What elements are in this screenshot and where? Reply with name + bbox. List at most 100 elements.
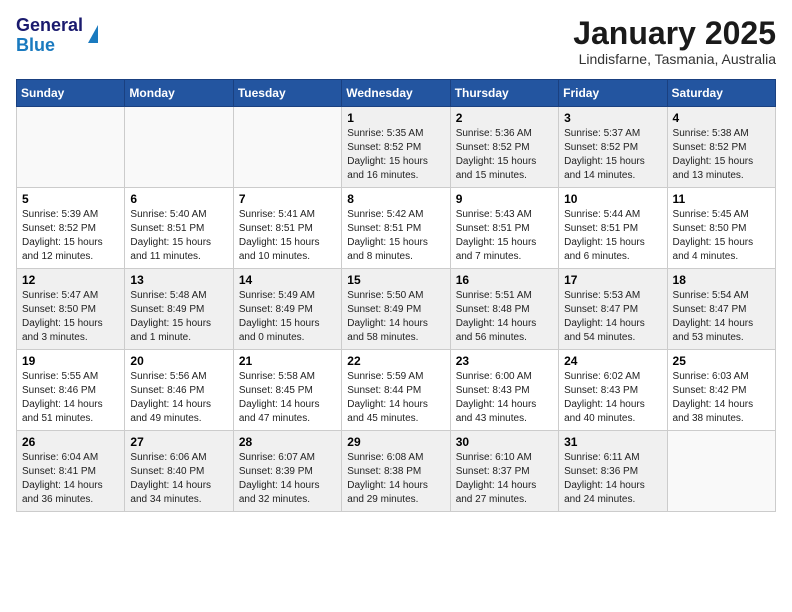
calendar-day-cell: 29Sunrise: 6:08 AMSunset: 8:38 PMDayligh… <box>342 431 450 512</box>
sunset-text: Sunset: 8:51 PM <box>456 223 530 234</box>
day-number: 11 <box>673 192 770 206</box>
sunset-text: Sunset: 8:44 PM <box>347 385 421 396</box>
calendar-header: Sunday Monday Tuesday Wednesday Thursday… <box>17 80 776 107</box>
day-number: 31 <box>564 435 661 449</box>
calendar-day-cell: 10Sunrise: 5:44 AMSunset: 8:51 PMDayligh… <box>559 188 667 269</box>
daylight-text: Daylight: 15 hours and 3 minutes. <box>22 318 103 343</box>
calendar-day-cell: 22 Sunrise: 5:59 AMSunset: 8:44 PMDayligh… <box>342 350 450 431</box>
col-sunday: Sunday <box>17 80 125 107</box>
daylight-text: Daylight: 14 hours and 32 minutes. <box>239 480 320 505</box>
daylight-text: Daylight: 15 hours and 13 minutes. <box>673 156 754 181</box>
daylight-text: Daylight: 15 hours and 16 minutes. <box>347 156 428 181</box>
calendar-week-row: 19Sunrise: 5:55 AMSunset: 8:46 PMDayligh… <box>17 350 776 431</box>
day-number: 28 <box>239 435 336 449</box>
calendar-week-row: 26 Sunrise: 6:04 AMSunset: 8:41 PMDayligh… <box>17 431 776 512</box>
sunset-text: Sunset: 8:49 PM <box>347 304 421 315</box>
day-info: Sunrise: 5:38 AMSunset: 8:52 PMDaylight:… <box>673 127 770 183</box>
sunrise-text: Sunrise: 5:41 AM <box>239 209 315 220</box>
logo-blue: Blue <box>16 35 55 55</box>
daylight-text: Daylight: 15 hours and 7 minutes. <box>456 237 537 262</box>
day-info: Sunrise: 5:59 AMSunset: 8:44 PMDaylight:… <box>347 370 444 426</box>
day-info: Sunrise: 5:36 AMSunset: 8:52 PMDaylight:… <box>456 127 553 183</box>
day-info: Sunrise: 5:37 AMSunset: 8:52 PMDaylight:… <box>564 127 661 183</box>
day-number: 20 <box>130 354 227 368</box>
day-number: 21 <box>239 354 336 368</box>
sunrise-text: Sunrise: 5:40 AM <box>130 209 206 220</box>
day-info: Sunrise: 5:41 AMSunset: 8:51 PMDaylight:… <box>239 208 336 264</box>
day-number: 14 <box>239 273 336 287</box>
calendar-day-cell: 31 Sunrise: 6:11 AMSunset: 8:36 PMDayligh… <box>559 431 667 512</box>
calendar-week-row: 5 Sunrise: 5:39 AM Sunset: 8:52 PM Daylight… <box>17 188 776 269</box>
logo-text-block: General Blue <box>16 16 98 56</box>
calendar-day-cell: 15Sunrise: 5:50 AMSunset: 8:49 PMDayligh… <box>342 269 450 350</box>
day-info: Sunrise: 6:00 AMSunset: 8:43 PMDaylight:… <box>456 370 553 426</box>
sunrise-text: Sunrise: 5:44 AM <box>564 209 640 220</box>
calendar-day-cell: 24Sunrise: 6:02 AMSunset: 8:43 PMDayligh… <box>559 350 667 431</box>
day-info: Sunrise: 5:44 AMSunset: 8:51 PMDaylight:… <box>564 208 661 264</box>
day-info: Sunrise: 5:43 AMSunset: 8:51 PMDaylight:… <box>456 208 553 264</box>
calendar-day-cell <box>17 107 125 188</box>
calendar-day-cell: 3Sunrise: 5:37 AMSunset: 8:52 PMDaylight… <box>559 107 667 188</box>
day-number: 12 <box>22 273 119 287</box>
sunrise-text: Sunrise: 5:37 AM <box>564 128 640 139</box>
sunrise-text: Sunrise: 5:42 AM <box>347 209 423 220</box>
day-number: 26 <box>22 435 119 449</box>
calendar-day-cell: 23Sunrise: 6:00 AMSunset: 8:43 PMDayligh… <box>450 350 558 431</box>
day-number: 27 <box>130 435 227 449</box>
sunset-text: Sunset: 8:46 PM <box>130 385 204 396</box>
col-thursday: Thursday <box>450 80 558 107</box>
daylight-text: Daylight: 14 hours and 49 minutes. <box>130 399 211 424</box>
daylight-text: Daylight: 14 hours and 58 minutes. <box>347 318 428 343</box>
day-number: 8 <box>347 192 444 206</box>
day-info: Sunrise: 6:04 AMSunset: 8:41 PMDaylight:… <box>22 451 119 507</box>
sunrise-text: Sunrise: 5:49 AM <box>239 290 315 301</box>
calendar-day-cell: 28 Sunrise: 6:07 AM Sunset: 8:39 PM Dayligh… <box>233 431 341 512</box>
calendar-day-cell: 30 Sunrise: 6:10 AMSunset: 8:37 PMDayligh… <box>450 431 558 512</box>
daylight-text: Daylight: 14 hours and 34 minutes. <box>130 480 211 505</box>
sunrise-text: Sunrise: 5:36 AM <box>456 128 532 139</box>
calendar-body: 1Sunrise: 5:35 AMSunset: 8:52 PMDaylight… <box>17 107 776 512</box>
daylight-text: Daylight: 15 hours and 12 minutes. <box>22 237 103 262</box>
sunrise-text: Sunrise: 5:55 AM <box>22 371 98 382</box>
sunset-text: Sunset: 8:52 PM <box>22 223 96 234</box>
day-info: Sunrise: 6:11 AMSunset: 8:36 PMDaylight:… <box>564 451 661 507</box>
sunrise-text: Sunrise: 6:08 AM <box>347 452 423 463</box>
day-number: 29 <box>347 435 444 449</box>
sunset-text: Sunset: 8:52 PM <box>456 142 530 153</box>
day-number: 5 <box>22 192 119 206</box>
calendar-day-cell <box>125 107 233 188</box>
calendar-week-row: 12Sunrise: 5:47 AMSunset: 8:50 PMDayligh… <box>17 269 776 350</box>
daylight-text: Daylight: 15 hours and 6 minutes. <box>564 237 645 262</box>
calendar-day-cell: 1Sunrise: 5:35 AMSunset: 8:52 PMDaylight… <box>342 107 450 188</box>
day-info: Sunrise: 6:10 AMSunset: 8:37 PMDaylight:… <box>456 451 553 507</box>
day-info: Sunrise: 6:08 AMSunset: 8:38 PMDaylight:… <box>347 451 444 507</box>
day-info: Sunrise: 5:49 AMSunset: 8:49 PMDaylight:… <box>239 289 336 345</box>
day-number: 19 <box>22 354 119 368</box>
sunrise-text: Sunrise: 5:51 AM <box>456 290 532 301</box>
day-number: 22 <box>347 354 444 368</box>
day-info: Sunrise: 6:03 AMSunset: 8:42 PMDaylight:… <box>673 370 770 426</box>
day-number: 13 <box>130 273 227 287</box>
calendar-table: Sunday Monday Tuesday Wednesday Thursday… <box>16 79 776 512</box>
sunset-text: Sunset: 8:37 PM <box>456 466 530 477</box>
sunset-text: Sunset: 8:50 PM <box>22 304 96 315</box>
day-number: 30 <box>456 435 553 449</box>
sunset-text: Sunset: 8:38 PM <box>347 466 421 477</box>
day-number: 15 <box>347 273 444 287</box>
sunset-text: Sunset: 8:39 PM <box>239 466 313 477</box>
daylight-text: Daylight: 14 hours and 40 minutes. <box>564 399 645 424</box>
sunset-text: Sunset: 8:43 PM <box>564 385 638 396</box>
daylight-text: Daylight: 14 hours and 47 minutes. <box>239 399 320 424</box>
calendar-day-cell: 5 Sunrise: 5:39 AM Sunset: 8:52 PM Daylight… <box>17 188 125 269</box>
calendar-week-row: 1Sunrise: 5:35 AMSunset: 8:52 PMDaylight… <box>17 107 776 188</box>
day-info: Sunrise: 5:55 AMSunset: 8:46 PMDaylight:… <box>22 370 119 426</box>
calendar-day-cell: 17Sunrise: 5:53 AMSunset: 8:47 PMDayligh… <box>559 269 667 350</box>
logo-triangle-icon <box>88 25 98 43</box>
day-info: Sunrise: 5:35 AMSunset: 8:52 PMDaylight:… <box>347 127 444 183</box>
day-info: Sunrise: 5:53 AMSunset: 8:47 PMDaylight:… <box>564 289 661 345</box>
calendar-day-cell: 16Sunrise: 5:51 AMSunset: 8:48 PMDayligh… <box>450 269 558 350</box>
sunrise-text: Sunrise: 5:39 AM <box>22 209 98 220</box>
sunrise-text: Sunrise: 6:07 AM <box>239 452 315 463</box>
day-info: Sunrise: 5:42 AMSunset: 8:51 PMDaylight:… <box>347 208 444 264</box>
calendar-day-cell: 11Sunrise: 5:45 AMSunset: 8:50 PMDayligh… <box>667 188 775 269</box>
